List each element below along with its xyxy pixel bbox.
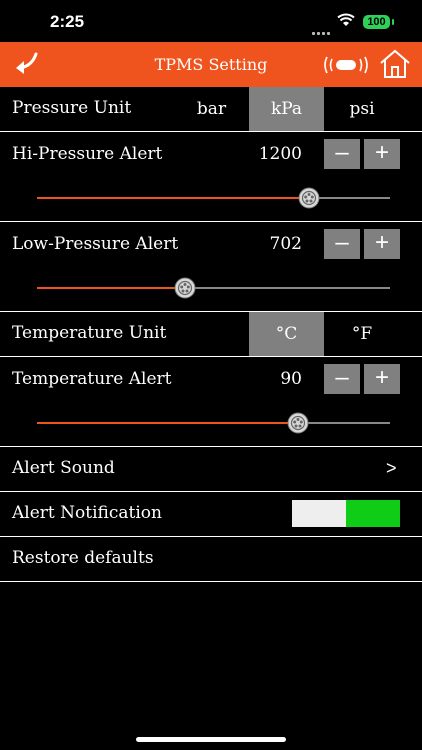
temperature-unit-option-f[interactable]: °F [324,312,400,356]
temperature-alert-value: 90 [280,369,302,389]
low-pressure-label: Low-Pressure Alert [12,234,179,254]
hi-pressure-increment-button[interactable]: + [364,139,400,169]
pressure-unit-option-kpa[interactable]: kPa [249,87,324,131]
hi-pressure-row: Hi-Pressure Alert 1200 – + [0,132,422,222]
tire-thumb-icon[interactable] [174,277,196,299]
alert-sound-row[interactable]: Alert Sound > [0,447,422,492]
pressure-unit-row: Pressure Unit bar kPa psi [0,87,422,132]
low-pressure-slider[interactable] [37,277,390,299]
temperature-alert-row: Temperature Alert 90 – + [0,357,422,447]
temperature-alert-label: Temperature Alert [12,369,172,389]
temperature-decrement-button[interactable]: – [324,364,360,394]
alert-sound-label: Alert Sound [12,458,115,478]
status-time: 2:25 [50,12,85,31]
pressure-unit-label: Pressure Unit [12,98,132,118]
low-pressure-value: 702 [269,234,302,254]
restore-defaults-row[interactable]: Restore defaults [0,537,422,582]
temperature-increment-button[interactable]: + [364,364,400,394]
status-bar: 2:25 100 [0,0,422,44]
low-pressure-increment-button[interactable]: + [364,229,400,259]
home-indicator [136,737,286,742]
vibration-icon[interactable] [322,54,370,76]
hi-pressure-slider[interactable] [37,187,390,209]
hi-pressure-decrement-button[interactable]: – [324,139,360,169]
hi-pressure-value: 1200 [258,144,302,164]
chevron-right-icon: > [386,458,397,478]
temperature-unit-option-c[interactable]: °C [249,312,324,356]
wifi-icon [337,13,355,26]
temperature-unit-row: Temperature Unit °C °F [0,312,422,357]
pressure-unit-option-psi[interactable]: psi [324,87,400,131]
low-pressure-decrement-button[interactable]: – [324,229,360,259]
temperature-alert-slider[interactable] [37,412,390,434]
low-pressure-row: Low-Pressure Alert 702 – + [0,222,422,312]
nav-bar: TPMS Setting [0,42,422,87]
pressure-unit-option-bar[interactable]: bar [174,87,249,131]
slider-fill [37,197,309,199]
home-icon[interactable] [378,48,412,80]
signal-icon [312,20,332,39]
slider-fill [37,422,299,424]
tire-thumb-icon[interactable] [298,187,320,209]
toggle-on-segment [346,500,400,527]
tire-thumb-icon[interactable] [287,412,309,434]
slider-fill [37,287,186,289]
temperature-unit-label: Temperature Unit [12,323,167,343]
battery-indicator: 100 [363,15,394,29]
alert-notification-label: Alert Notification [12,503,162,523]
restore-defaults-label: Restore defaults [12,548,154,568]
alert-notification-row: Alert Notification [0,492,422,537]
alert-notification-toggle[interactable] [292,500,400,527]
hi-pressure-label: Hi-Pressure Alert [12,144,163,164]
